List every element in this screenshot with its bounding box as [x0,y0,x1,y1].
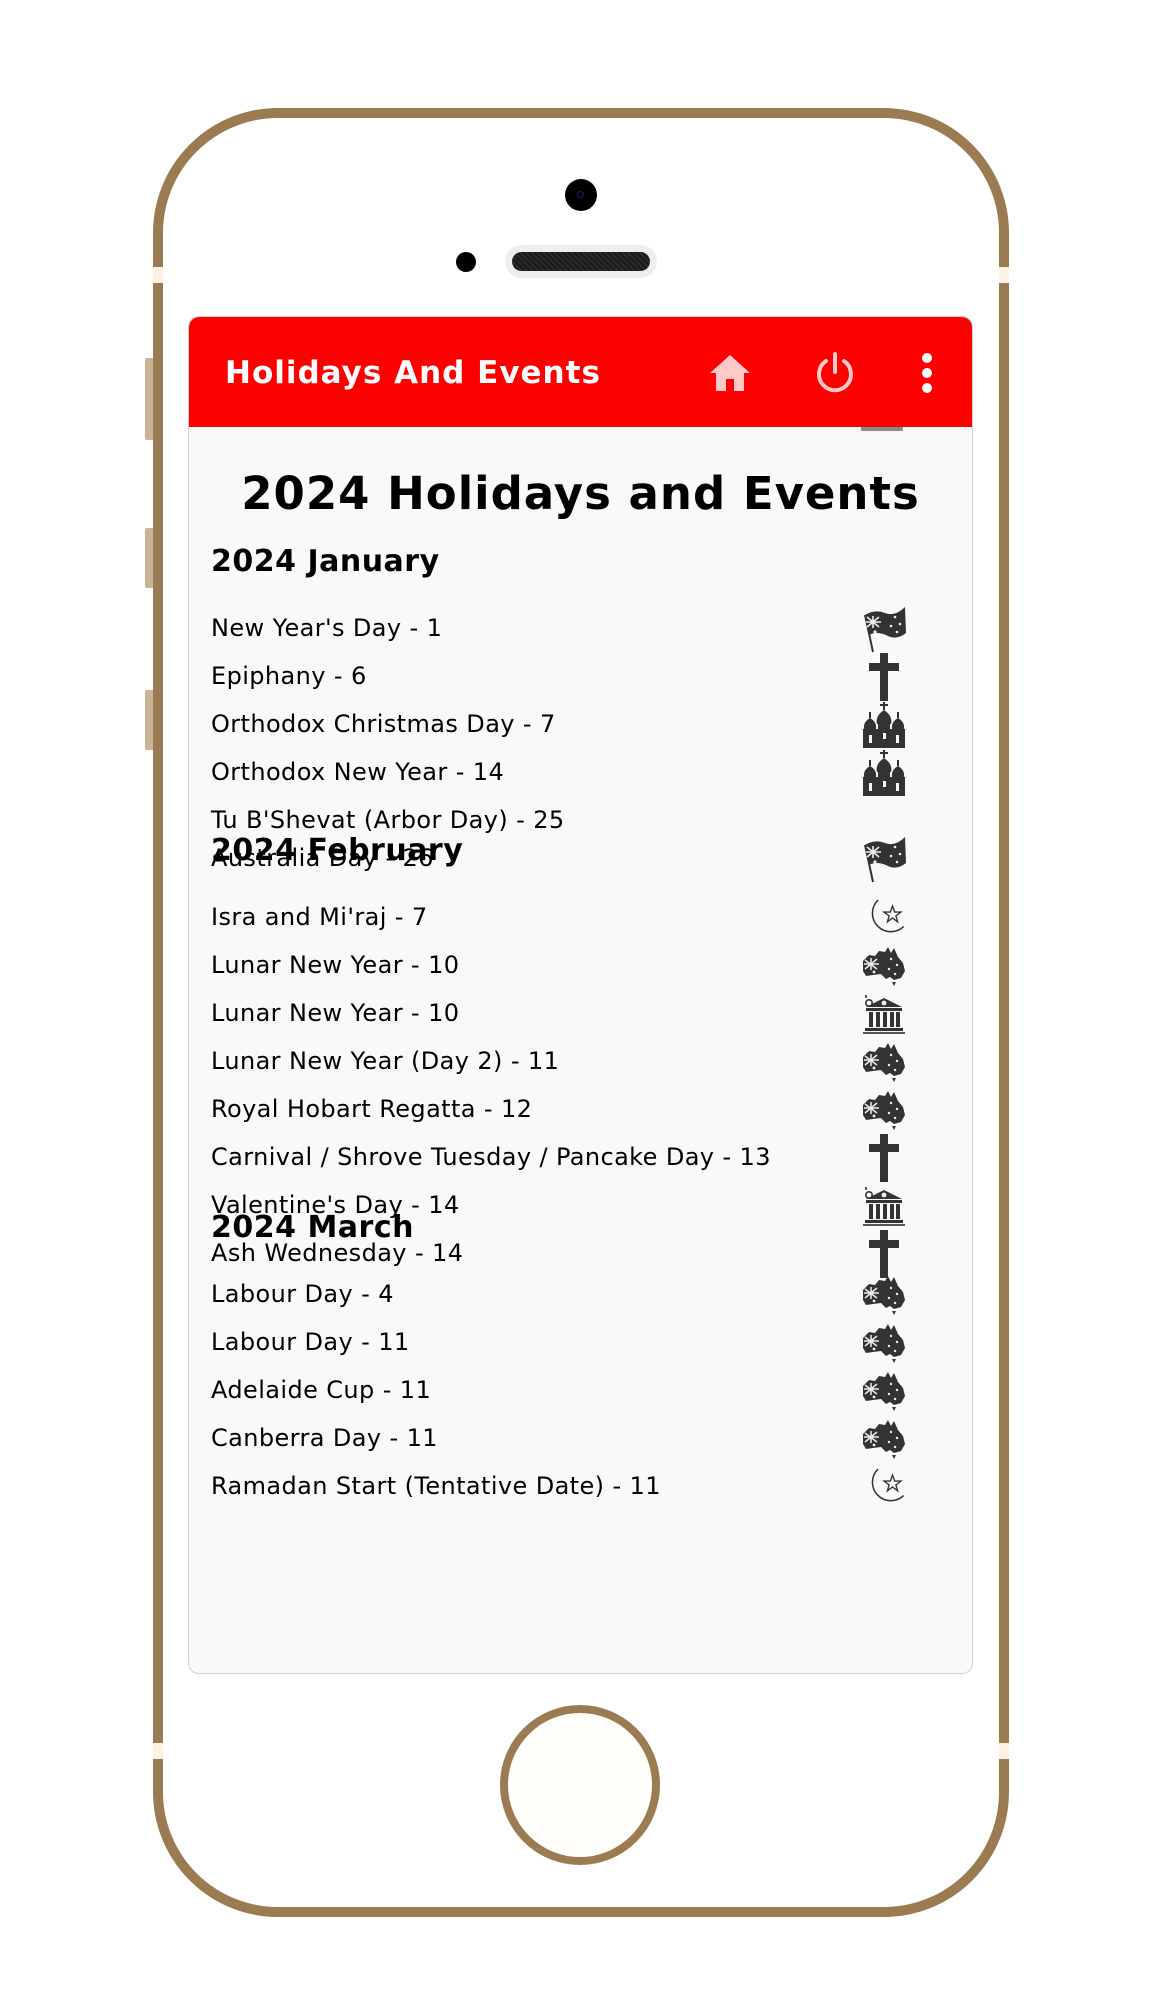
australia-map-icon [861,1087,907,1133]
holiday-list-scroll[interactable]: 2024 Holidays and Events 2024 January New… [189,427,972,1673]
holiday-label: Orthodox New Year - 14 [211,758,505,786]
app-title: Holidays And Events [225,355,601,391]
more-vert-icon [919,351,935,395]
holiday-label: New Year's Day - 1 [211,614,443,642]
holiday-list-item[interactable]: Labour Day - 11 [211,1320,972,1364]
holiday-list-item[interactable]: Canberra Day - 11 [211,1416,972,1460]
holiday-label: Royal Hobart Regatta - 12 [211,1095,533,1123]
antenna-band [153,1743,163,1759]
holiday-label: Labour Day - 4 [211,1280,394,1308]
front-camera [565,179,597,211]
australia-map-icon [861,1039,907,1085]
antenna-band [153,267,163,283]
holiday-list-item[interactable]: Orthodox Christmas Day - 7 [211,702,972,748]
page-title: 2024 Holidays and Events [241,467,920,520]
australia-map-icon [861,1368,907,1414]
antenna-band [999,1743,1009,1759]
christian-cross-icon [861,1230,907,1278]
australia-map-icon [861,1320,907,1366]
holiday-list-item[interactable]: Royal Hobart Regatta - 12 [211,1087,972,1131]
volume-down-button [145,690,153,750]
holiday-label: Isra and Mi'raj - 7 [211,903,428,931]
holiday-list-item[interactable]: Adelaide Cup - 11 [211,1368,972,1412]
holiday-list-item[interactable]: Lunar New Year (Day 2) - 11 [211,1039,972,1083]
mute-switch [145,358,153,440]
holiday-label: Lunar New Year - 10 [211,999,460,1027]
home-icon [708,353,752,393]
australia-map-icon [861,943,907,989]
holiday-list-item[interactable]: Orthodox New Year - 14 [211,750,972,796]
holiday-list-item[interactable]: Isra and Mi'raj - 7 [211,895,972,939]
australia-map-icon [861,1272,907,1318]
crescent-star-icon [861,895,907,941]
holiday-label: Carnival / Shrove Tuesday / Pancake Day … [211,1143,771,1171]
holiday-label: Canberra Day - 11 [211,1424,438,1452]
holiday-label: Lunar New Year - 10 [211,951,460,979]
holiday-label: Epiphany - 6 [211,662,367,690]
scrolled-icon-fragment [861,427,903,431]
volume-up-button [145,528,153,588]
bank-building-icon [861,991,907,1037]
home-button[interactable] [500,1705,660,1865]
orthodox-church-icon [861,750,907,796]
holiday-list-item[interactable]: Labour Day - 4 [211,1272,972,1316]
holiday-list-item[interactable]: Lunar New Year - 10 [211,943,972,987]
holiday-label: Adelaide Cup - 11 [211,1376,432,1404]
power-icon [813,351,857,395]
australia-flag-icon [861,606,907,653]
proximity-sensor [456,252,476,272]
bank-building-icon [861,1183,907,1229]
christian-cross-icon [861,653,907,701]
month-heading: 2024 January [211,544,440,579]
orthodox-church-icon [861,702,907,748]
holiday-label: Orthodox Christmas Day - 7 [211,710,556,738]
christian-cross-icon [861,1134,907,1182]
month-heading: 2024 March [211,1210,414,1245]
australia-flag-icon [861,836,907,883]
holiday-label: Lunar New Year (Day 2) - 11 [211,1047,560,1075]
holiday-list-item[interactable]: Epiphany - 6 [211,653,972,701]
holiday-label: Labour Day - 11 [211,1328,410,1356]
crescent-star-icon [861,1464,907,1510]
holiday-list-item[interactable]: Ramadan Start (Tentative Date) - 11 [211,1464,972,1508]
power-action-button[interactable] [809,347,861,399]
holiday-list-item[interactable]: New Year's Day - 1 [211,606,972,653]
app-bar: Holidays And Events [189,317,972,427]
holiday-list-item[interactable]: Carnival / Shrove Tuesday / Pancake Day … [211,1134,972,1182]
holiday-list-item[interactable]: Lunar New Year - 10 [211,991,972,1035]
australia-map-icon [861,1416,907,1462]
month-heading: 2024 February [211,833,464,868]
holiday-label: Tu B'Shevat (Arbor Day) - 25 [211,806,565,834]
antenna-band [999,267,1009,283]
more-options-button[interactable] [901,347,953,399]
earpiece-speaker [505,245,657,278]
holiday-label: Ramadan Start (Tentative Date) - 11 [211,1472,661,1500]
home-action-button[interactable] [704,347,756,399]
app-screen: Holidays And Events 2024 Holidays and Ev… [189,317,972,1673]
